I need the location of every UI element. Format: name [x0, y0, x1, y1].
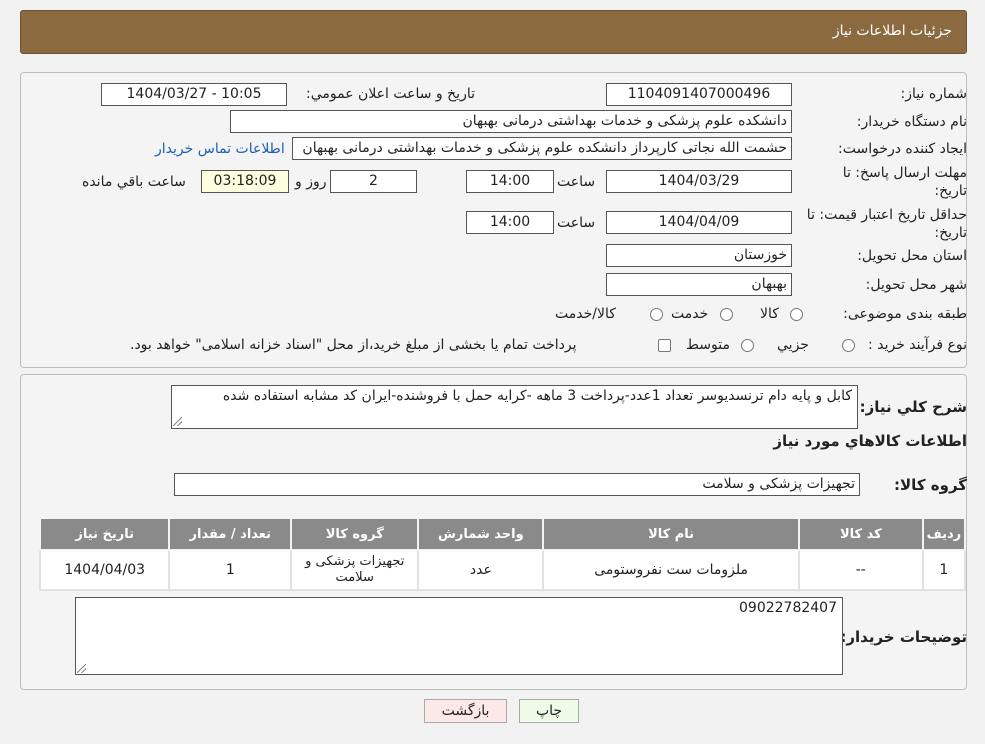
- col-date: تاريخ نياز: [38, 517, 171, 551]
- deadline-time-field: 14:00: [466, 170, 554, 193]
- back-button[interactable]: بازگشت: [424, 699, 507, 723]
- category-both-radio[interactable]: [650, 308, 663, 321]
- category-service-label: خدمت: [671, 306, 709, 322]
- category-label: طبقه بندی موضوعی:: [843, 306, 967, 322]
- resize-grip-icon[interactable]: [173, 417, 182, 426]
- process-note: پرداخت تمام يا بخشی از مبلغ خريد،از محل …: [130, 337, 577, 353]
- process-label: نوع فرآيند خريد :: [868, 337, 967, 353]
- cell-name: ملزومات ست نفروستومی: [542, 549, 800, 591]
- col-name: نام کالا: [542, 517, 800, 551]
- process-partial-label: جزيي: [777, 337, 809, 353]
- province-field: خوزستان: [606, 244, 792, 267]
- remaining-label: ساعت باقي مانده: [82, 174, 186, 190]
- col-qty: تعداد / مقدار: [168, 517, 293, 551]
- goods-table: رديف کد کالا نام کالا واحد شمارش گروه کا…: [38, 517, 967, 591]
- category-goods-radio[interactable]: [790, 308, 803, 321]
- category-service-radio[interactable]: [720, 308, 733, 321]
- remaining-time-field: 03:18:09: [201, 170, 289, 193]
- buyer-org-label: نام دستگاه خريدار:: [856, 114, 967, 130]
- goods-info-title: اطلاعات کالاهاي مورد نياز: [773, 432, 967, 450]
- category-goods-label: کالا: [760, 306, 779, 322]
- cell-code: --: [797, 549, 924, 591]
- table-row: 1 -- ملزومات ست نفروستومی عدد تجهیزات پز…: [38, 549, 967, 591]
- cell-date: 1404/04/03: [38, 549, 171, 591]
- goods-table-header-row: رديف کد کالا نام کالا واحد شمارش گروه کا…: [38, 517, 967, 551]
- notes-resize-grip-icon[interactable]: [77, 664, 86, 673]
- days-field: 2: [330, 170, 417, 193]
- creator-field: حشمت الله نجاتی کارپرداز دانشکده علوم پز…: [292, 137, 792, 160]
- process-partial-radio[interactable]: [842, 339, 855, 352]
- buyer-org-field: دانشکده علوم پزشکی و خدمات بهداشتی درمان…: [230, 110, 792, 133]
- cell-group: تجهیزات پزشکی و سلامت: [290, 549, 420, 591]
- buyer-notes-label: توضيحات خريدار:: [840, 628, 967, 646]
- col-row: رديف: [921, 517, 967, 551]
- validity-time-field: 14:00: [466, 211, 554, 234]
- page-header: جزئیات اطلاعات نیاز: [20, 10, 967, 54]
- need-number-field: 1104091407000496: [606, 83, 792, 106]
- category-both-label: کالا/خدمت: [555, 306, 616, 322]
- validity-label-2: تاريخ:: [934, 225, 967, 241]
- page-title: جزئیات اطلاعات نیاز: [832, 23, 952, 39]
- cell-row: 1: [921, 549, 967, 591]
- announce-field: 1404/03/27 - 10:05: [101, 83, 287, 106]
- process-medium-radio[interactable]: [741, 339, 754, 352]
- col-group: گروه کالا: [290, 517, 420, 551]
- deadline-time-label: ساعت: [557, 174, 596, 190]
- col-code: کد کالا: [797, 517, 924, 551]
- cell-unit: عدد: [417, 549, 545, 591]
- validity-time-label: ساعت: [557, 215, 596, 231]
- validity-label: حداقل تاريخ اعتبار قيمت: تا: [806, 207, 967, 223]
- need-number-label: شماره نیاز:: [900, 86, 968, 102]
- cell-qty: 1: [168, 549, 293, 591]
- contact-buyer-link[interactable]: اطلاعات تماس خريدار: [155, 141, 285, 157]
- announce-label: تاریخ و ساعت اعلان عمومي:: [306, 86, 475, 102]
- goods-group-field: تجهیزات پزشکی و سلامت: [174, 473, 860, 496]
- print-button[interactable]: چاپ: [519, 699, 579, 723]
- creator-label: ايجاد کننده درخواست:: [838, 141, 967, 157]
- province-label: استان محل تحويل:: [857, 248, 967, 264]
- days-label: روز و: [295, 174, 327, 190]
- process-note-checkbox[interactable]: [658, 339, 671, 352]
- deadline-label-2: تاریخ:: [934, 183, 967, 199]
- city-field: بهبهان: [606, 273, 792, 296]
- buyer-notes-field: 09022782407: [75, 597, 843, 675]
- col-unit: واحد شمارش: [417, 517, 545, 551]
- deadline-label: مهلت ارسال پاسخ: تا: [842, 165, 967, 181]
- goods-group-label: گروه کالا:: [894, 476, 967, 494]
- city-label: شهر محل تحويل:: [865, 277, 967, 293]
- summary-label: شرح کلي نياز:: [859, 398, 967, 416]
- process-medium-label: متوسط: [686, 337, 730, 353]
- deadline-date-field: 1404/03/29: [606, 170, 792, 193]
- validity-date-field: 1404/04/09: [606, 211, 792, 234]
- summary-field: کابل و پایه دام ترنسدیوسر تعداد 1عدد-پرد…: [171, 385, 858, 429]
